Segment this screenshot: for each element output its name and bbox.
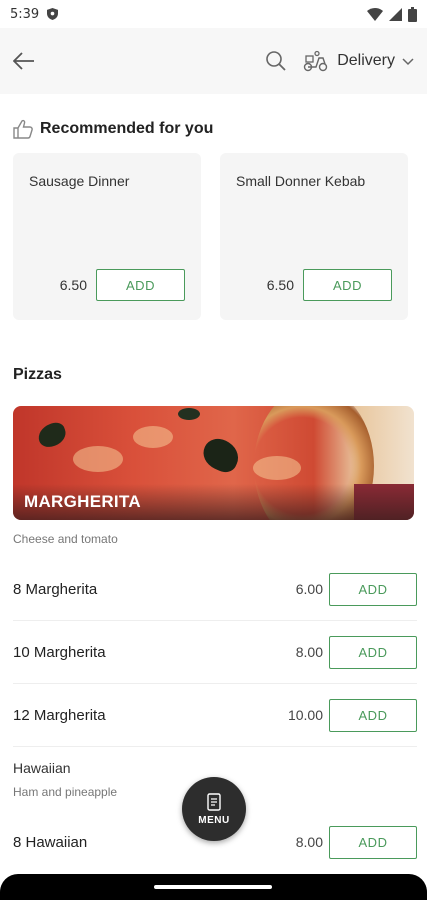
group-title: Hawaiian (13, 760, 71, 776)
menu-item-row[interactable]: 10 Margherita 8.00 ADD (13, 622, 417, 684)
app-bar: Delivery (0, 28, 427, 94)
recommended-title: Recommended for you (40, 120, 214, 137)
recommended-item-name: Sausage Dinner (29, 173, 130, 189)
search-icon[interactable] (265, 50, 287, 72)
add-button[interactable]: ADD (329, 826, 417, 859)
recommended-header: Recommended for you (12, 118, 213, 140)
recommended-card[interactable]: Sausage Dinner 6.50 ADD (13, 153, 201, 320)
back-button[interactable] (12, 49, 36, 73)
signal-icon (389, 7, 402, 21)
banner-description: Cheese and tomato (13, 532, 118, 546)
menu-fab-button[interactable]: MENU (182, 777, 246, 841)
pizza-image-detail (178, 408, 200, 420)
banner-title: MARGHERITA (24, 492, 141, 511)
status-time: 5:39 (10, 6, 40, 22)
group-description: Ham and pineapple (13, 785, 118, 799)
pizza-image-detail (73, 446, 123, 472)
menu-item-price: 8.00 (295, 644, 323, 660)
menu-item-name: 8 Hawaiian (13, 834, 88, 851)
arrow-left-icon (13, 52, 34, 70)
menu-item-name: 12 Margherita (13, 707, 106, 724)
recommended-item-price: 6.50 (59, 277, 87, 293)
menu-item-price: 8.00 (295, 834, 323, 850)
menu-item-name: 8 Margherita (13, 581, 98, 598)
add-button[interactable]: ADD (329, 636, 417, 669)
system-nav-bar (0, 874, 427, 900)
wifi-icon (367, 7, 383, 21)
menu-fab-label: MENU (198, 814, 230, 826)
menu-item-price: 6.00 (295, 581, 323, 597)
chevron-down-icon (402, 58, 414, 66)
recommended-item-price: 6.50 (266, 277, 294, 293)
thumbs-up-icon (13, 119, 33, 139)
section-title: Pizzas (13, 366, 62, 383)
battery-icon (408, 6, 417, 22)
shield-icon (47, 8, 59, 20)
pizza-image-detail (133, 426, 173, 448)
scooter-icon (304, 50, 328, 72)
menu-item-name: 10 Margherita (13, 644, 106, 661)
add-button[interactable]: ADD (329, 573, 417, 606)
delivery-selector[interactable]: Delivery (303, 50, 415, 72)
add-button[interactable]: ADD (329, 699, 417, 732)
add-button[interactable]: ADD (96, 269, 185, 301)
menu-item-row[interactable]: 8 Margherita 6.00 ADD (13, 559, 417, 621)
status-bar: 5:39 (0, 0, 427, 28)
menu-item-row[interactable]: 12 Margherita 10.00 ADD (13, 685, 417, 747)
menu-item-price: 10.00 (287, 707, 323, 723)
category-banner[interactable]: MARGHERITA (13, 406, 414, 520)
recommended-item-name: Small Donner Kebab (236, 173, 366, 189)
delivery-label: Delivery (337, 52, 395, 69)
home-gesture-handle[interactable] (154, 885, 272, 889)
add-button[interactable]: ADD (303, 269, 392, 301)
recommended-card[interactable]: Small Donner Kebab 6.50 ADD (220, 153, 408, 320)
document-icon (207, 792, 221, 811)
